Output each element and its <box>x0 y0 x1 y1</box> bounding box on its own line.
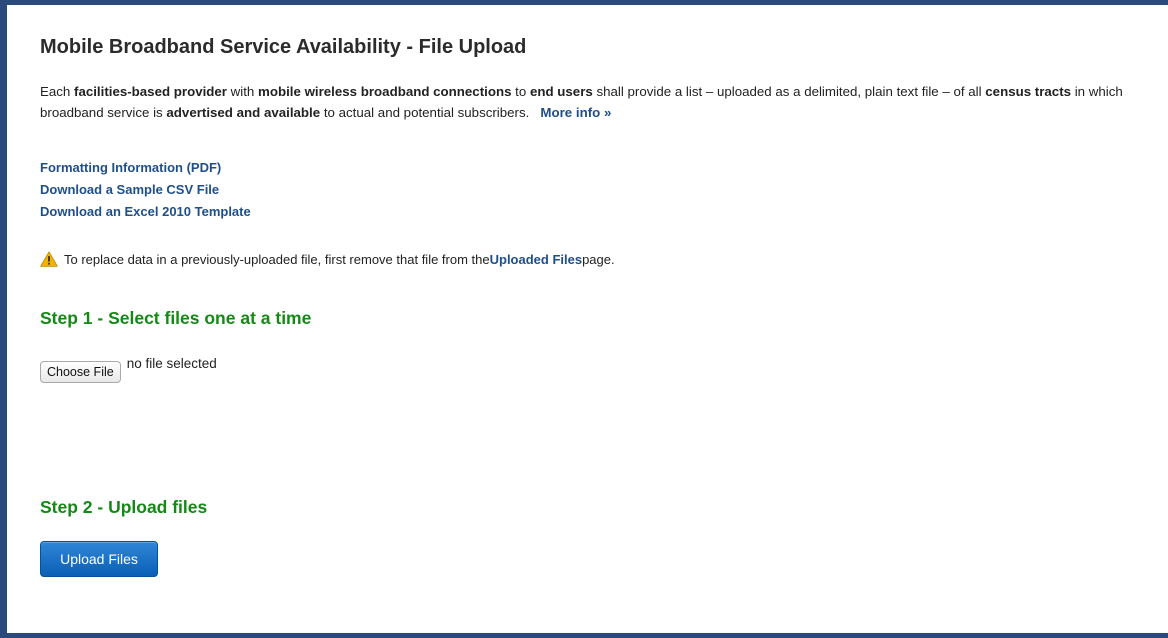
excel-template-link[interactable]: Download an Excel 2010 Template <box>40 201 251 223</box>
intro-bold-advertised: advertised and available <box>166 105 321 120</box>
choose-file-button[interactable]: Choose File <box>40 361 121 383</box>
intro-paragraph: Each facilities-based provider with mobi… <box>40 81 1168 123</box>
intro-bold-provider: facilities-based provider <box>74 84 227 99</box>
step1-heading: Step 1 - Select files one at a time <box>40 308 312 328</box>
replace-data-notice: To replace data in a previously-uploaded… <box>40 251 615 267</box>
intro-text: shall provide a list – uploaded as a del… <box>592 84 986 99</box>
step2-heading: Step 2 - Upload files <box>40 497 208 517</box>
intro-bold-census-tracts: census tracts <box>985 84 1072 99</box>
intro-bold-connections: mobile wireless broadband connections <box>258 84 512 99</box>
warning-icon <box>40 251 58 267</box>
uploaded-files-link[interactable]: Uploaded Files <box>490 252 582 267</box>
sample-csv-link[interactable]: Download a Sample CSV File <box>40 179 251 201</box>
intro-text: to actual and potential subscribers. <box>320 105 530 120</box>
page-frame: Mobile Broadband Service Availability - … <box>0 0 1168 638</box>
upload-files-button[interactable]: Upload Files <box>40 541 158 577</box>
file-chooser: Choose File no file selected <box>40 355 217 383</box>
more-info-link[interactable]: More info » <box>540 105 611 120</box>
file-status: no file selected <box>126 356 217 371</box>
intro-text: Each <box>40 84 75 99</box>
resource-links: Formatting Information (PDF) Download a … <box>40 157 251 223</box>
page-title: Mobile Broadband Service Availability - … <box>40 36 527 58</box>
intro-text: to <box>511 84 530 99</box>
notice-text-end: page. <box>582 251 615 267</box>
formatting-info-link[interactable]: Formatting Information (PDF) <box>40 157 251 179</box>
intro-bold-end-users: end users <box>529 84 593 99</box>
intro-text: with <box>226 84 259 99</box>
notice-text: To replace data in a previously-uploaded… <box>64 251 490 267</box>
